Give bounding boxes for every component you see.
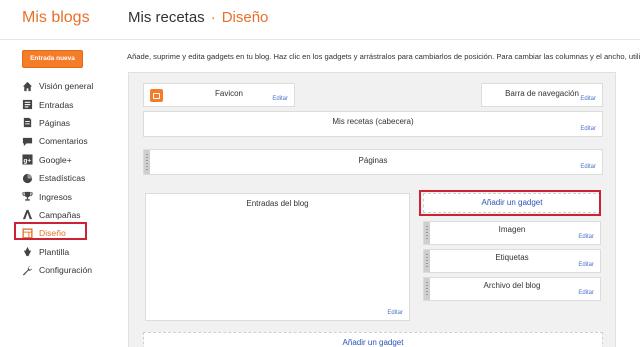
layout-canvas: Favicon Editar Barra de navegación Edita…: [128, 72, 616, 347]
layout-icon: [22, 228, 33, 239]
gadget-title: Etiquetas: [495, 253, 529, 262]
gadget-title: Imagen: [498, 225, 526, 234]
edit-link[interactable]: Editar: [578, 234, 594, 240]
edit-link[interactable]: Editar: [578, 262, 594, 268]
gadget-title: Mis recetas (cabecera): [332, 117, 414, 126]
edit-link[interactable]: Editar: [580, 164, 596, 170]
gadget-blog-posts[interactable]: Entradas del blog Editar: [145, 193, 410, 321]
breadcrumb-separator: ·: [210, 9, 216, 26]
comment-icon: [22, 136, 33, 147]
sidebar-item-overview[interactable]: Visión general: [22, 77, 93, 95]
sidebar-item-stats[interactable]: Estadísticas: [22, 169, 93, 187]
edit-link[interactable]: Editar: [272, 96, 288, 102]
gadget-header[interactable]: Mis recetas (cabecera) Editar: [143, 111, 603, 137]
svg-text:g+: g+: [23, 158, 31, 165]
sidebar-item-google-plus[interactable]: g+ Google+: [22, 151, 93, 169]
blog-name-dropdown[interactable]: Mis recetas: [128, 9, 205, 26]
new-post-button[interactable]: Entrada nueva: [22, 50, 83, 68]
sidebar-item-layout[interactable]: Diseño: [22, 224, 93, 242]
sidebar-item-earnings[interactable]: Ingresos: [22, 187, 93, 205]
sidebar-item-template[interactable]: Plantilla: [22, 243, 93, 261]
stats-pie-icon: [22, 173, 33, 184]
sidebar-item-settings[interactable]: Configuración: [22, 261, 93, 279]
edit-link[interactable]: Editar: [387, 310, 403, 316]
gadget-archive[interactable]: Archivo del blog Editar: [423, 277, 601, 301]
intro-text: Añade, suprime y edita gadgets en tu blo…: [127, 52, 640, 61]
sidebar-item-comments[interactable]: Comentarios: [22, 132, 93, 150]
sidebar-item-label: Diseño: [39, 228, 66, 239]
sidebar-item-label: Ingresos: [39, 191, 72, 202]
google-plus-icon: g+: [22, 154, 33, 165]
pages-icon: [22, 117, 33, 128]
sidebar-nav: Visión general Entradas Páginas Comentar…: [22, 77, 93, 279]
gadget-pages[interactable]: Páginas Editar: [143, 149, 603, 175]
edit-link[interactable]: Editar: [580, 96, 596, 102]
breadcrumb: Mis recetas · Diseño: [128, 9, 268, 26]
gadget-navbar[interactable]: Barra de navegación Editar: [481, 83, 603, 107]
sidebar-item-label: Plantilla: [39, 246, 70, 257]
my-blogs-link[interactable]: Mis blogs: [22, 9, 90, 27]
sidebar-item-label: Estadísticas: [39, 173, 86, 184]
sidebar-item-label: Configuración: [39, 265, 93, 276]
sidebar-item-campaigns[interactable]: Campañas: [22, 206, 93, 224]
home-icon: [22, 81, 33, 92]
sidebar-item-pages[interactable]: Páginas: [22, 114, 93, 132]
sidebar-item-label: Campañas: [39, 209, 81, 220]
gadget-favicon[interactable]: Favicon Editar: [143, 83, 295, 107]
gadget-title: Entradas del blog: [246, 199, 309, 208]
sidebar-item-label: Visión general: [39, 81, 94, 92]
edit-link[interactable]: Editar: [580, 126, 596, 132]
sidebar: Entrada nueva Visión general Entradas Pá…: [0, 40, 112, 347]
sidebar-item-label: Google+: [39, 154, 72, 165]
gadget-title: Páginas: [358, 156, 388, 165]
template-icon: [22, 246, 33, 257]
posts-icon: [22, 99, 33, 110]
sidebar-item-label: Entradas: [39, 99, 74, 110]
edit-link[interactable]: Editar: [578, 290, 594, 296]
trophy-icon: [22, 191, 33, 202]
gadget-labels[interactable]: Etiquetas Editar: [423, 249, 601, 273]
page-title: Diseño: [221, 9, 269, 26]
sidebar-item-posts[interactable]: Entradas: [22, 95, 93, 113]
sidebar-item-label: Comentarios: [39, 136, 88, 147]
gadget-image[interactable]: Imagen Editar: [423, 221, 601, 245]
add-gadget-button-footer[interactable]: Añadir un gadget: [143, 332, 603, 347]
add-gadget-button-sidebar[interactable]: Añadir un gadget: [423, 193, 601, 213]
gadget-title: Archivo del blog: [483, 281, 541, 290]
sidebar-item-label: Páginas: [39, 117, 71, 128]
top-header: Mis blogs Mis recetas · Diseño: [0, 0, 640, 40]
wrench-icon: [22, 265, 33, 276]
campaign-icon: [22, 209, 33, 220]
